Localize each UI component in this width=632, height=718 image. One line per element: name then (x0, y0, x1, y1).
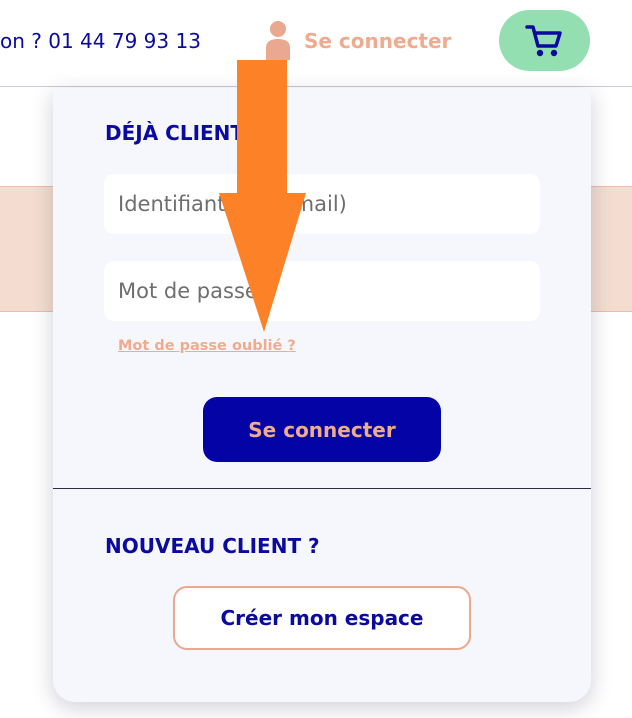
cart-button[interactable] (499, 10, 590, 71)
password-input[interactable] (104, 261, 540, 321)
login-link[interactable]: Se connecter (304, 29, 451, 53)
identifier-input[interactable] (104, 174, 540, 234)
cart-icon (525, 25, 562, 57)
user-icon[interactable] (264, 20, 292, 60)
existing-client-title: DÉJÀ CLIENT (105, 121, 245, 145)
login-submit-button[interactable]: Se connecter (203, 397, 441, 462)
section-divider (53, 488, 591, 489)
create-account-button[interactable]: Créer mon espace (173, 586, 471, 650)
phone-number[interactable]: on ? 01 44 79 93 13 (0, 29, 201, 53)
new-client-title: NOUVEAU CLIENT ? (105, 534, 320, 558)
login-dropdown: DÉJÀ CLIENT Mot de passe oublié ? Se con… (53, 88, 591, 702)
top-header: on ? 01 44 79 93 13 Se connecter (0, 0, 632, 87)
forgot-password-link[interactable]: Mot de passe oublié ? (118, 338, 296, 354)
